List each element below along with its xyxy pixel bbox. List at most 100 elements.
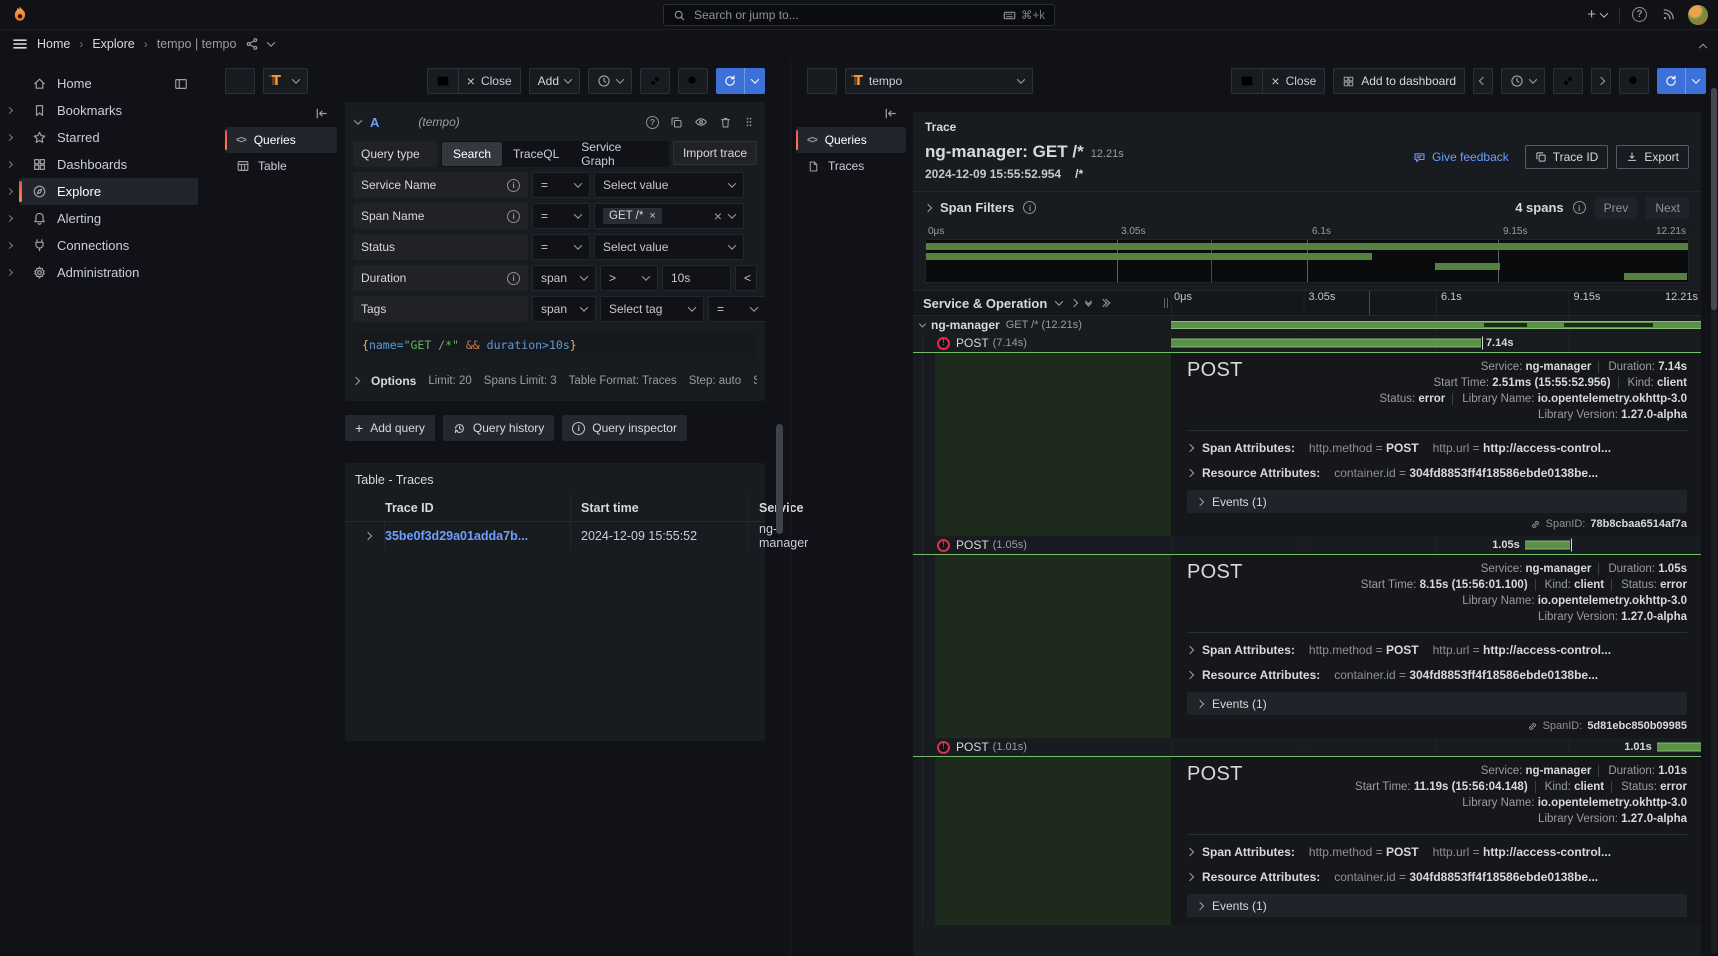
options-accordion[interactable]: Options Limit: 20Spans Limit: 3Table For… [353, 369, 757, 393]
give-feedback-link[interactable]: Give feedback [1413, 150, 1509, 164]
events-accordion[interactable]: Events (1) [1187, 490, 1687, 513]
tags-scope[interactable]: span [532, 296, 596, 322]
query-type-traceql[interactable]: TraceQL [502, 142, 570, 166]
col-trace-id[interactable]: Trace ID [385, 495, 571, 521]
breadcrumb-explore[interactable]: Explore [92, 37, 134, 51]
avatar[interactable] [1688, 5, 1708, 25]
tab-queries[interactable]: <>Queries [225, 127, 337, 153]
right-pane-scrollbar[interactable] [1711, 88, 1717, 310]
query-inspector-button[interactable]: iQuery inspector [562, 415, 687, 441]
tab-table[interactable]: Table [225, 153, 337, 179]
root-span-bar[interactable] [1171, 321, 1701, 329]
span-row[interactable]: ! POST (1.05s) 1.05s [913, 536, 1701, 554]
chevron-right-icon[interactable] [6, 107, 13, 114]
query-type-service-graph[interactable]: Service Graph [570, 142, 668, 166]
add-button[interactable]: Add [529, 68, 580, 94]
query-help-icon[interactable]: ? [646, 116, 659, 129]
datasource-picker[interactable]: Ttempo [845, 68, 1033, 94]
add-to-dashboard-button[interactable]: Add to dashboard [1333, 68, 1465, 94]
collapse-panel-icon[interactable] [314, 106, 329, 121]
close-pane-button[interactable]: ×Close [1262, 69, 1324, 93]
close-pane-button[interactable]: ×Close [458, 69, 520, 93]
new-button[interactable]: + [1585, 5, 1609, 24]
chevron-right-icon[interactable] [6, 215, 13, 222]
expand-row-icon[interactable] [351, 522, 385, 549]
query-list-icon[interactable] [225, 68, 255, 94]
chevron-right-icon[interactable] [6, 269, 13, 276]
sidebar-item-home[interactable]: Home [0, 70, 208, 97]
duration-operator[interactable]: > [600, 265, 658, 291]
root-span-row[interactable]: ng-manager GET /* (12.21s) [913, 316, 1701, 334]
trace-id-link[interactable]: 35be0f3d29a01adda7b... [385, 529, 528, 543]
collapse-all-icon[interactable] [1055, 297, 1063, 305]
link-icon[interactable] [1553, 68, 1583, 94]
run-query-button[interactable] [716, 68, 765, 94]
link-icon[interactable] [1530, 519, 1541, 530]
value-chip[interactable]: GET /*× [603, 208, 662, 224]
split-pane-icon[interactable] [428, 69, 458, 93]
sidebar-item-starred[interactable]: Starred [0, 124, 208, 151]
service-name-value[interactable]: Select value [594, 172, 744, 198]
collapse-query-icon[interactable] [354, 116, 362, 124]
link-icon[interactable] [1527, 721, 1538, 732]
hide-query-icon[interactable] [694, 115, 708, 129]
sidebar-item-dashboards[interactable]: Dashboards [0, 151, 208, 178]
tab-queries[interactable]: <>Queries [796, 127, 906, 153]
collapse-span-icon[interactable] [919, 320, 926, 327]
span-bar[interactable] [1171, 339, 1481, 348]
span-name-operator[interactable]: = [532, 203, 590, 229]
link-icon[interactable] [640, 68, 670, 94]
sidebar-item-explore[interactable]: Explore [0, 178, 208, 205]
sidebar-item-administration[interactable]: Administration [0, 259, 208, 286]
grafana-logo[interactable] [10, 5, 30, 25]
collapse-deep-icon[interactable] [1086, 300, 1091, 307]
share-icon[interactable] [245, 37, 259, 51]
menu-icon[interactable] [12, 36, 28, 52]
chevron-right-icon[interactable] [6, 242, 13, 249]
span-attributes-accordion[interactable]: Span Attributes:http.method = POSThttp.u… [1187, 637, 1687, 662]
trace-minimap[interactable]: 0μs3.05s6.1s9.15s12.21s [925, 226, 1689, 283]
resource-attributes-accordion[interactable]: Resource Attributes:container.id = 304fd… [1187, 460, 1687, 485]
help-icon[interactable]: ? [1630, 5, 1649, 24]
status-operator[interactable]: = [532, 234, 590, 260]
expand-one-icon[interactable] [1070, 299, 1078, 307]
duplicate-query-icon[interactable] [670, 116, 683, 129]
import-trace-button[interactable]: Import trace [673, 141, 757, 165]
time-shift-forward-icon[interactable] [1591, 68, 1611, 94]
add-query-button[interactable]: +Add query [345, 415, 435, 441]
delete-query-icon[interactable] [719, 116, 732, 129]
query-type-search[interactable]: Search [442, 142, 502, 166]
zoom-out-icon[interactable] [678, 68, 708, 94]
drag-handle-icon[interactable] [743, 116, 755, 128]
clear-icon[interactable]: × [714, 209, 722, 223]
duration-value-input[interactable]: 10s [662, 265, 731, 291]
query-history-button[interactable]: Query history [443, 415, 554, 441]
time-range-picker[interactable] [1501, 68, 1545, 94]
time-shift-back-icon[interactable] [1473, 68, 1493, 94]
tags-key-select[interactable]: Select tag [600, 296, 704, 322]
zoom-out-icon[interactable] [1619, 68, 1649, 94]
span-name-value[interactable]: GET /*× × [594, 203, 744, 229]
prev-span-button[interactable]: Prev [1595, 197, 1638, 219]
chevron-down-icon[interactable] [267, 38, 275, 46]
news-icon[interactable] [1659, 5, 1678, 24]
time-range-picker[interactable] [588, 68, 632, 94]
split-pane-icon[interactable] [1232, 69, 1262, 93]
export-button[interactable]: Export [1616, 145, 1689, 169]
chevron-up-icon[interactable] [1700, 37, 1706, 51]
chevron-right-icon[interactable] [6, 161, 13, 168]
span-row[interactable]: ! POST (1.01s) 1.01s [913, 738, 1701, 756]
resource-attributes-accordion[interactable]: Resource Attributes:container.id = 304fd… [1187, 864, 1687, 889]
span-bar[interactable] [1657, 743, 1701, 752]
chevron-right-icon[interactable] [6, 188, 13, 195]
next-span-button[interactable]: Next [1646, 197, 1689, 219]
breadcrumb-home[interactable]: Home [37, 37, 70, 51]
run-query-button[interactable] [1657, 68, 1706, 94]
chevron-right-icon[interactable] [6, 134, 13, 141]
column-resize-handle[interactable] [1161, 291, 1171, 315]
span-filters-accordion[interactable]: Span Filters i 4 spans i Prev Next [913, 191, 1701, 223]
duration-scope[interactable]: span [532, 265, 596, 291]
search-input[interactable]: Search or jump to... ⌘+k [663, 4, 1055, 26]
span-attributes-accordion[interactable]: Span Attributes:http.method = POSThttp.u… [1187, 435, 1687, 460]
sidebar-item-alerting[interactable]: Alerting [0, 205, 208, 232]
